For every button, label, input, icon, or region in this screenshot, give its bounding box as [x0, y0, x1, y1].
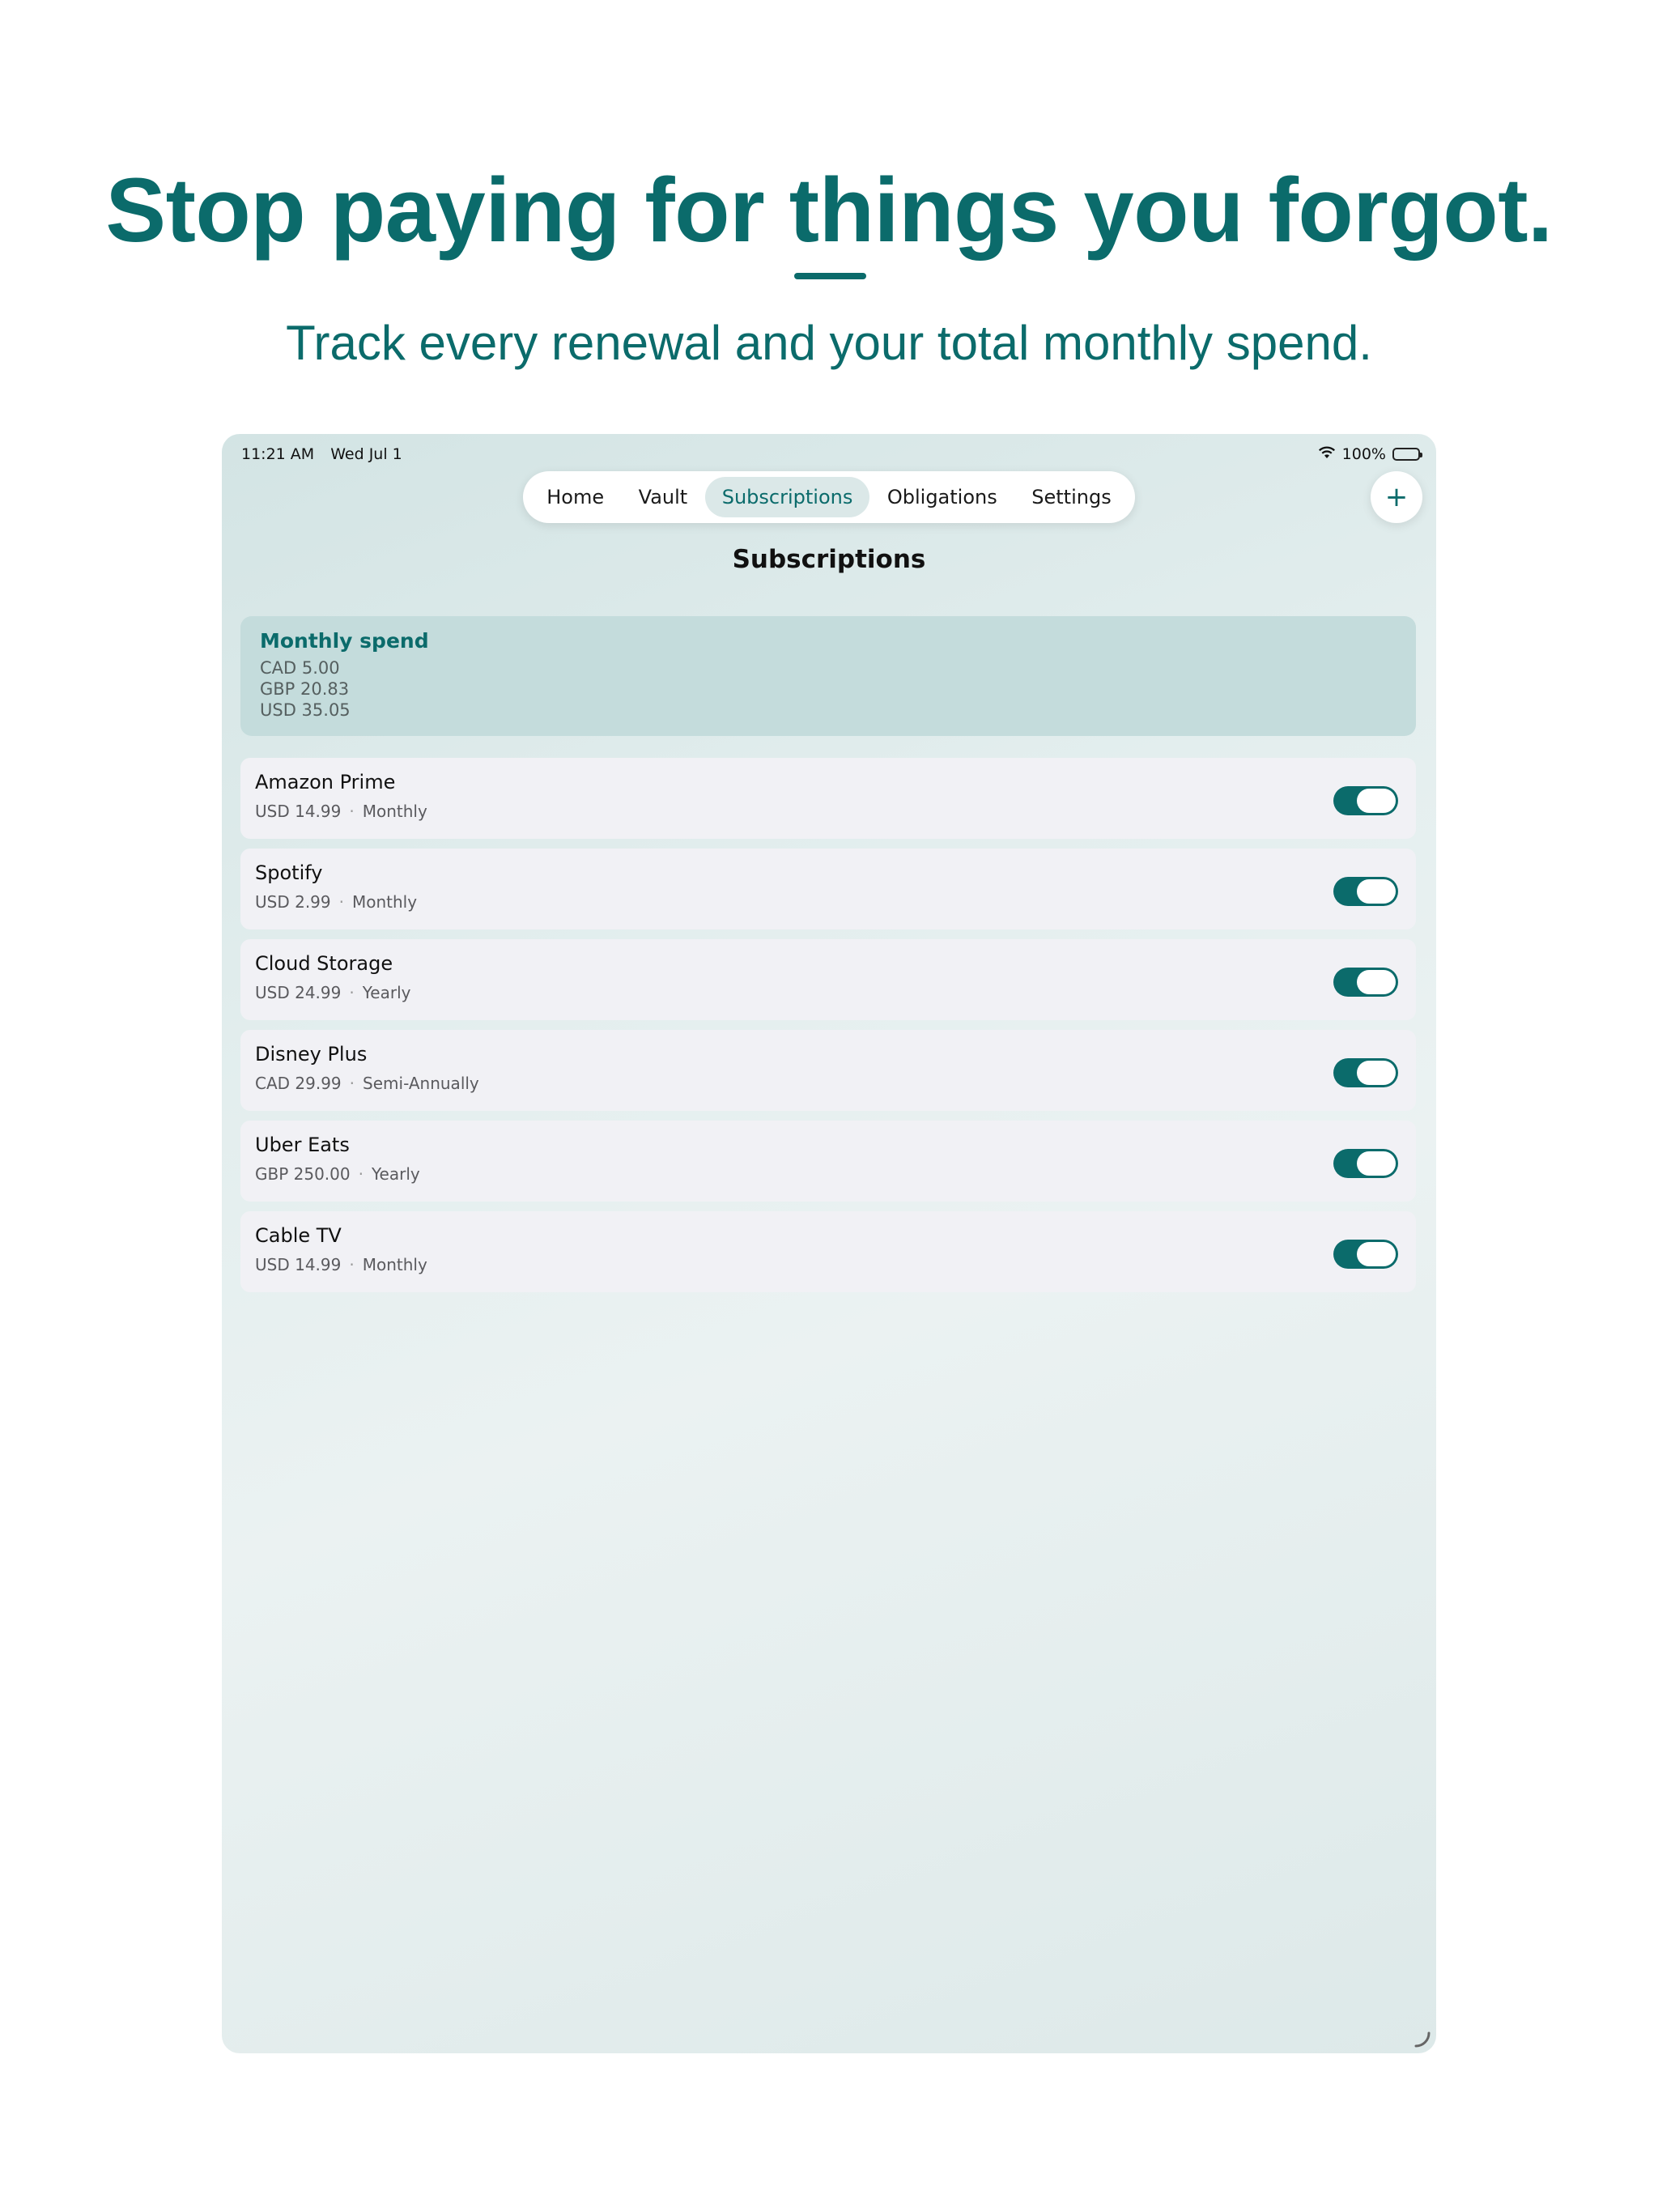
marketing-headline: Stop paying for things you forgot.	[105, 160, 1553, 261]
subscription-details: USD 14.99 · Monthly	[255, 802, 1401, 821]
subscription-active-toggle[interactable]	[1333, 968, 1398, 997]
subscription-amount: USD 24.99	[255, 983, 342, 1002]
separator-dot: ·	[358, 1164, 363, 1184]
subscription-row[interactable]: Amazon Prime USD 14.99 · Monthly	[240, 758, 1416, 839]
plus-icon: +	[1384, 481, 1409, 513]
separator-dot: ·	[349, 983, 355, 1002]
separator-dot: ·	[349, 1074, 355, 1093]
subscription-frequency: Monthly	[362, 802, 427, 821]
subscription-name: Spotify	[255, 861, 323, 884]
subscription-amount: GBP 250.00	[255, 1164, 351, 1184]
subscription-name: Cloud Storage	[255, 952, 393, 975]
monthly-spend-line: USD 35.05	[260, 700, 351, 720]
subscription-name: Cable TV	[255, 1224, 342, 1247]
subscription-frequency: Yearly	[371, 1164, 420, 1184]
subscription-active-toggle[interactable]	[1333, 786, 1398, 815]
toggle-knob	[1357, 879, 1396, 904]
subscription-details: USD 14.99 · Monthly	[255, 1255, 1401, 1274]
tab-settings[interactable]: Settings	[1014, 477, 1128, 517]
page-title: Subscriptions	[732, 545, 926, 574]
subscription-amount: CAD 29.99	[255, 1074, 342, 1093]
toggle-knob	[1357, 1151, 1396, 1176]
resize-handle-icon	[1414, 2031, 1431, 2048]
tab-home[interactable]: Home	[529, 477, 621, 517]
toggle-knob	[1357, 1242, 1396, 1266]
subscription-frequency: Monthly	[351, 892, 418, 912]
subscription-name: Uber Eats	[255, 1134, 350, 1156]
subscription-details: CAD 29.99 · Semi-Annually	[255, 1074, 1401, 1093]
battery-percentage: 100%	[1341, 445, 1386, 463]
app-screenshot-frame: 11:21 AM Wed Jul 1 100% Home Vault Subscri…	[222, 434, 1436, 2053]
subscription-details: GBP 250.00 · Yearly	[255, 1164, 1401, 1184]
subscription-active-toggle[interactable]	[1333, 1240, 1398, 1269]
subscription-active-toggle[interactable]	[1333, 877, 1398, 906]
tab-bar: Home Vault Subscriptions Obligations Setting…	[523, 471, 1135, 523]
subscription-amount: USD 14.99	[255, 802, 342, 821]
tab-vault[interactable]: Vault	[622, 477, 705, 517]
separator-dot: ·	[349, 802, 355, 821]
subscription-frequency: Semi-Annually	[363, 1074, 479, 1093]
status-date: Wed Jul 1	[330, 445, 402, 463]
subscription-frequency: Monthly	[362, 1255, 427, 1274]
status-bar: 11:21 AM Wed Jul 1 100%	[241, 442, 1422, 466]
subscription-name: Amazon Prime	[255, 771, 396, 793]
subscription-details: USD 24.99 · Yearly	[255, 983, 1401, 1002]
subscription-row[interactable]: Cable TV USD 14.99 · Monthly	[240, 1211, 1416, 1292]
monthly-spend-line: CAD 5.00	[260, 658, 340, 678]
wifi-icon	[1318, 445, 1336, 463]
toggle-knob	[1357, 789, 1396, 813]
separator-dot: ·	[349, 1255, 355, 1274]
subscriptions-list: Amazon Prime USD 14.99 · Monthly Spotify USD …	[240, 758, 1416, 1302]
subscription-active-toggle[interactable]	[1333, 1149, 1398, 1178]
monthly-spend-card: Monthly spend CAD 5.00 GBP 20.83 USD 35.…	[240, 616, 1416, 736]
headline-underline	[794, 273, 866, 279]
battery-icon	[1392, 448, 1422, 461]
status-time: 11:21 AM	[241, 445, 315, 463]
subscription-details: USD 2.99 · Monthly	[255, 892, 1401, 912]
marketing-subheadline: Track every renewal and your total month…	[286, 316, 1372, 370]
tab-subscriptions[interactable]: Subscriptions	[704, 477, 870, 517]
subscription-row[interactable]: Disney Plus CAD 29.99 · Semi-Annually	[240, 1030, 1416, 1111]
add-subscription-button[interactable]: +	[1371, 471, 1422, 523]
monthly-spend-title: Monthly spend	[260, 629, 429, 653]
tab-obligations[interactable]: Obligations	[870, 477, 1014, 517]
subscription-row[interactable]: Cloud Storage USD 24.99 · Yearly	[240, 939, 1416, 1020]
subscription-active-toggle[interactable]	[1333, 1058, 1398, 1087]
monthly-spend-line: GBP 20.83	[260, 679, 350, 699]
subscription-name: Disney Plus	[255, 1043, 368, 1066]
subscription-amount: USD 14.99	[255, 1255, 342, 1274]
subscription-amount: USD 2.99	[255, 892, 331, 912]
subscription-frequency: Yearly	[362, 983, 411, 1002]
subscription-row[interactable]: Uber Eats GBP 250.00 · Yearly	[240, 1121, 1416, 1202]
toggle-knob	[1357, 1061, 1396, 1085]
separator-dot: ·	[338, 892, 344, 912]
toggle-knob	[1357, 970, 1396, 994]
subscription-row[interactable]: Spotify USD 2.99 · Monthly	[240, 849, 1416, 929]
